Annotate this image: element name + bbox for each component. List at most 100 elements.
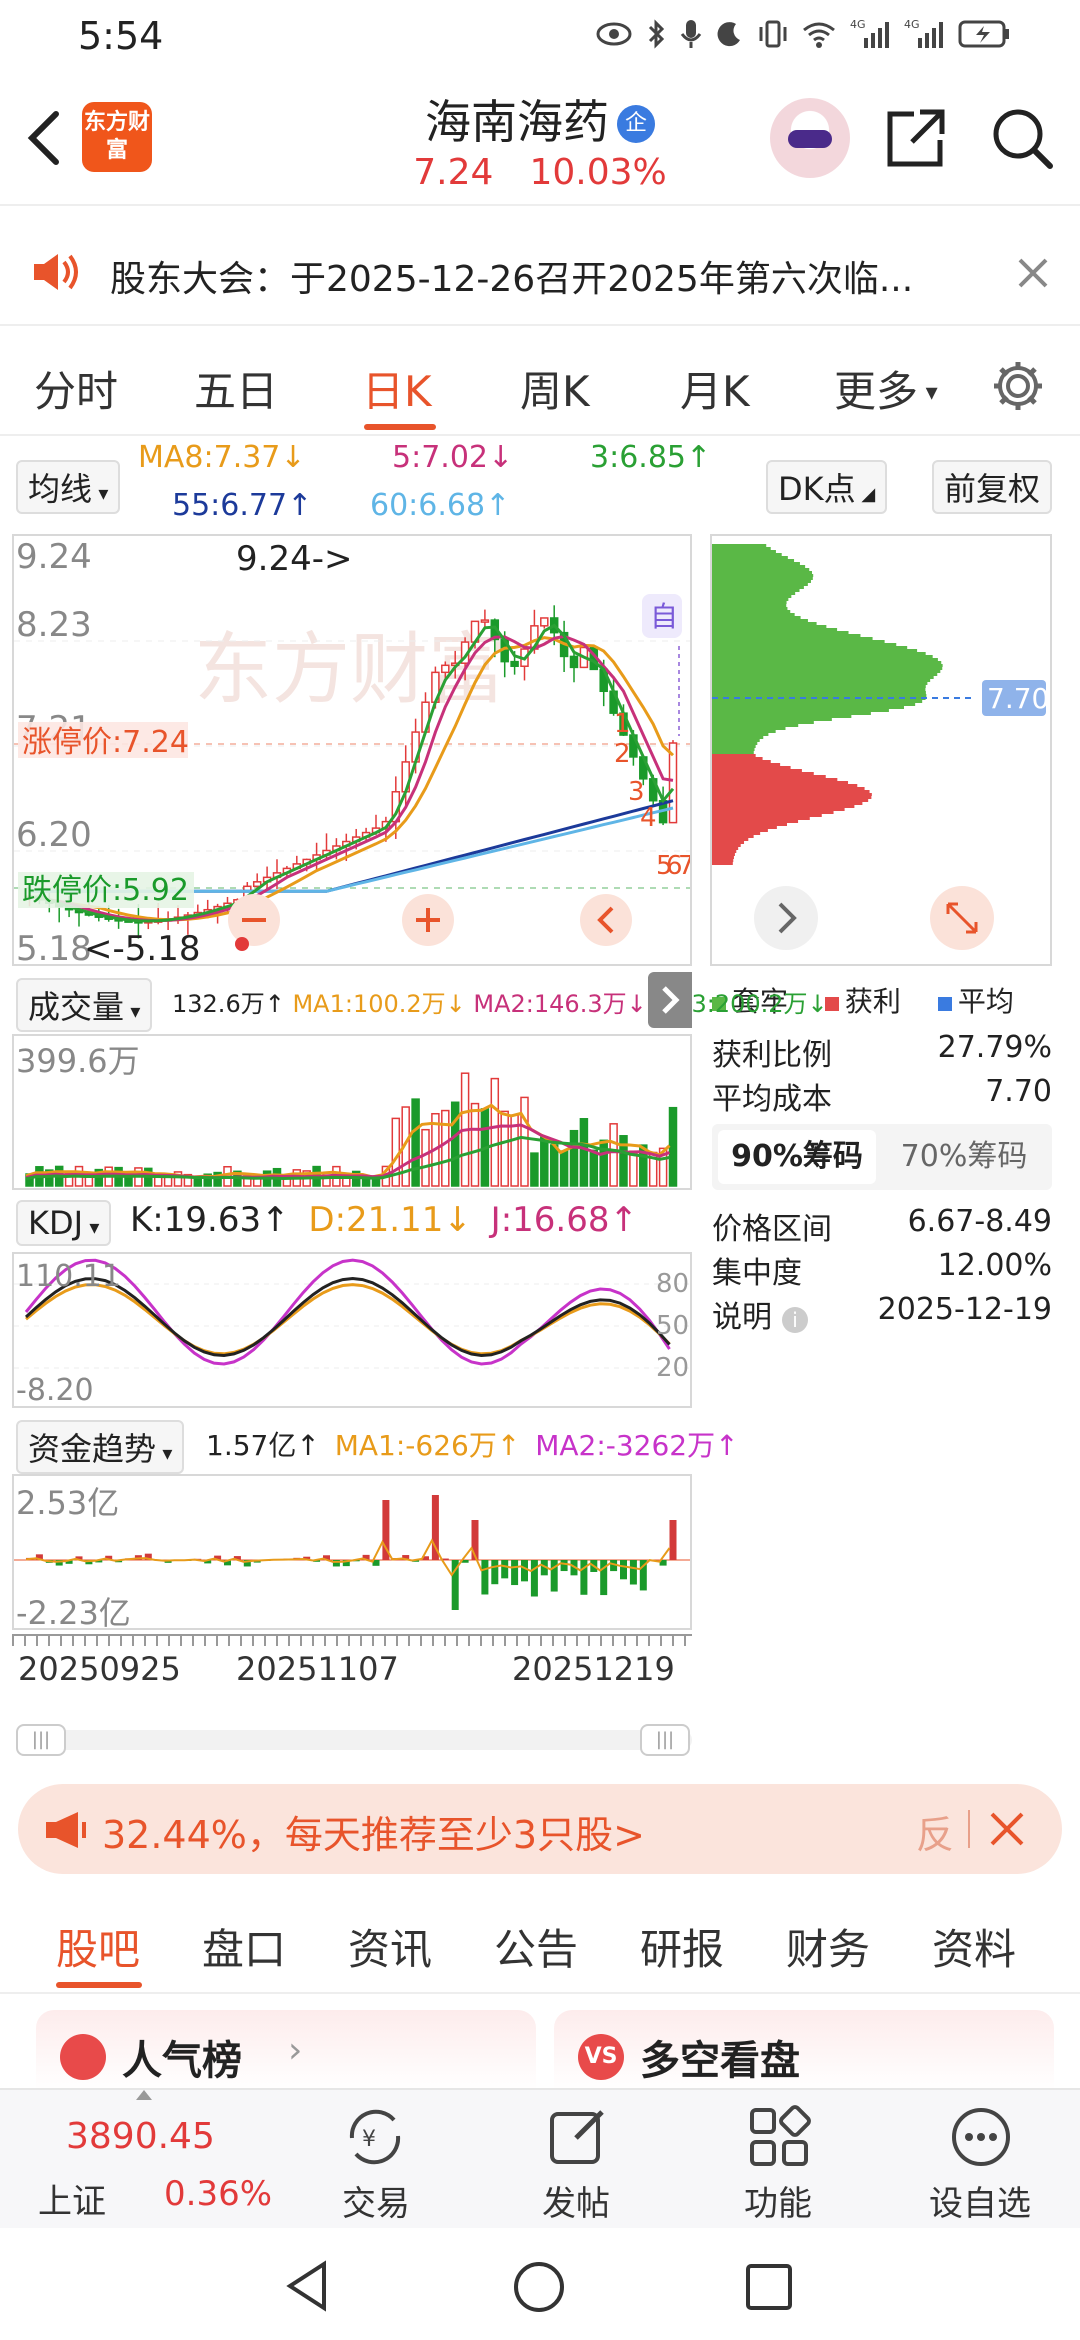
tab-finance[interactable]: 财务 bbox=[786, 1916, 870, 1977]
more-icon[interactable] bbox=[948, 2104, 1014, 2170]
high-marker: 9.24-> bbox=[236, 539, 352, 579]
range-slider-track[interactable] bbox=[16, 1730, 692, 1750]
volume-indicators: 132.6万↑ MA1:100.2万↓ MA2:146.3万↓ MA3:200.… bbox=[172, 984, 828, 1019]
kdj-d: D:21.11↓ bbox=[308, 1200, 472, 1240]
home-circle-icon[interactable] bbox=[512, 2260, 566, 2314]
chip-distribution[interactable]: 7.70 bbox=[710, 534, 1052, 966]
bottom-nav: 3890.45 上证 0.36% ¥ 交易 发帖 功能 设自选 bbox=[0, 2088, 1080, 2228]
back-triangle-icon[interactable] bbox=[282, 2260, 332, 2312]
ma-selector[interactable]: 均线 ▾ bbox=[16, 460, 121, 514]
tab-monthly-k[interactable]: 月K bbox=[680, 358, 750, 419]
popularity-card[interactable]: 人气榜 › bbox=[36, 2010, 536, 2090]
info-icon[interactable]: i bbox=[782, 1307, 808, 1333]
post-icon[interactable] bbox=[546, 2104, 612, 2170]
kdj-selector[interactable]: KDJ ▾ bbox=[16, 1200, 112, 1246]
note-date: 2025-12-19 bbox=[877, 1292, 1052, 1327]
functions-icon[interactable] bbox=[746, 2104, 812, 2170]
date-label-end: 20251219 bbox=[512, 1650, 675, 1688]
limit-down-label: 跌停价:5.92 bbox=[22, 873, 189, 908]
long-short-card-title: 多空看盘 bbox=[640, 2038, 800, 2084]
notice-bar[interactable]: 股东大会：于2025-12-26召开2025年第六次临... bbox=[0, 216, 1080, 326]
fund-y-top: 2.53亿 bbox=[16, 1484, 119, 1522]
recents-square-icon[interactable] bbox=[744, 2262, 794, 2312]
nav-functions[interactable]: 功能 bbox=[718, 2176, 838, 2225]
net1-label: 4G bbox=[850, 18, 866, 31]
signal-icon-1: 4G bbox=[850, 18, 889, 48]
fund-selector-label: 资金趋势 bbox=[28, 1430, 157, 1468]
fund-trend-chart[interactable]: 2.53亿 -2.23亿 bbox=[12, 1474, 692, 1632]
volume-selector-label: 成交量 bbox=[28, 988, 125, 1026]
dk-point-selector[interactable]: DK点 ◢ bbox=[766, 460, 888, 514]
index-change: 0.36% bbox=[164, 2174, 273, 2214]
tab-weekly-k[interactable]: 周K bbox=[520, 358, 590, 419]
stock-name: 海南海药 bbox=[425, 95, 609, 149]
note-row: 说明 i 2025-12-19 bbox=[712, 1292, 1052, 1336]
index-value[interactable]: 3890.45 bbox=[66, 2116, 215, 2157]
promo-text: 32.44%，每天推荐至少3只股> bbox=[102, 1813, 645, 1857]
assistant-avatar[interactable] bbox=[770, 98, 850, 178]
ma60-value: 60:6.68↑ bbox=[370, 488, 511, 523]
share-icon[interactable] bbox=[884, 106, 948, 170]
volume-ma2: MA2:146.3万↓ bbox=[473, 990, 647, 1018]
nav-trade[interactable]: 交易 bbox=[316, 2176, 436, 2225]
battery-icon bbox=[958, 20, 1009, 48]
kline-chart[interactable]: 东方财富 9.24 8.23 7.21 6.20 5.18 9.24-> <-5… bbox=[12, 534, 692, 966]
promo-banner[interactable]: 32.44%，每天推荐至少3只股> 反 bbox=[18, 1784, 1062, 1874]
volume-chart[interactable]: 399.6万 bbox=[12, 1034, 692, 1190]
tab-daily-k[interactable]: 日K bbox=[362, 358, 432, 419]
fund-y-bottom: -2.23亿 bbox=[16, 1594, 131, 1628]
speaker-icon bbox=[34, 254, 78, 290]
ma-selector-label: 均线 bbox=[28, 470, 93, 508]
moon-icon bbox=[717, 22, 740, 47]
search-icon[interactable] bbox=[988, 104, 1056, 172]
tab-five-day[interactable]: 五日 bbox=[194, 358, 278, 419]
kdj-svg: 110.11 -8.20 80 50 20 bbox=[14, 1258, 690, 1408]
chip-tab-70[interactable]: 70%筹码 bbox=[882, 1130, 1046, 1184]
avg-cost-label: 平均成本 bbox=[712, 1082, 832, 1117]
kdj-chart[interactable]: 110.11 -8.20 80 50 20 bbox=[12, 1252, 692, 1408]
gear-icon[interactable] bbox=[990, 358, 1046, 414]
volume-ma1: MA1:100.2万↓ bbox=[292, 990, 466, 1018]
range-slider-right-handle[interactable]: ||| bbox=[640, 1724, 690, 1756]
fund-trend-selector[interactable]: 资金趋势 ▾ bbox=[16, 1420, 185, 1474]
indicator-expand-button[interactable] bbox=[648, 972, 692, 1028]
chip-next-button[interactable] bbox=[754, 886, 818, 950]
chip-tab-90[interactable]: 90%筹码 bbox=[718, 1130, 876, 1184]
ma3-value: 3:6.85↑ bbox=[590, 440, 712, 475]
clock: 5:54 bbox=[78, 14, 164, 58]
section-tabs: 股吧 盘口 资讯 公告 研报 财务 资料 bbox=[0, 1890, 1080, 1994]
forward-adjust-button[interactable]: 前复权 bbox=[932, 460, 1053, 514]
promo-close-icon[interactable] bbox=[988, 1810, 1026, 1848]
trade-icon[interactable]: ¥ bbox=[342, 2104, 408, 2170]
kdj-level-20: 20 bbox=[656, 1353, 689, 1383]
tab-guba[interactable]: 股吧 bbox=[56, 1916, 140, 1977]
tab-announcement[interactable]: 公告 bbox=[494, 1916, 578, 1977]
kdj-k: K:19.63↑ bbox=[130, 1200, 290, 1240]
tab-research[interactable]: 研报 bbox=[640, 1916, 724, 1977]
tab-news[interactable]: 资讯 bbox=[348, 1916, 432, 1977]
y-label-bottom: 5.18 bbox=[16, 929, 92, 964]
volume-selector[interactable]: 成交量 ▾ bbox=[16, 978, 153, 1032]
status-icons: 4G 4G bbox=[596, 18, 1010, 50]
feedback-button[interactable]: 反 bbox=[916, 1804, 954, 1859]
notice-text: 股东大会：于2025-12-26召开2025年第六次临... bbox=[110, 259, 914, 300]
tab-more[interactable]: 更多 ▾ bbox=[834, 358, 938, 419]
enterprise-badge: 企 bbox=[617, 105, 655, 143]
price-range-row: 价格区间 6.67-8.49 bbox=[712, 1204, 1052, 1248]
tab-pankou[interactable]: 盘口 bbox=[202, 1916, 286, 1977]
megaphone-icon bbox=[46, 1812, 86, 1848]
concentration-row: 集中度 12.00% bbox=[712, 1248, 1052, 1292]
kdj-y-top: 110.11 bbox=[16, 1259, 121, 1294]
legend-average: 平均 bbox=[937, 985, 1014, 1018]
chip-svg: 7.70 bbox=[712, 544, 1049, 950]
watermark: 东方财富 bbox=[194, 625, 506, 715]
long-short-card[interactable]: VS 多空看盘 bbox=[554, 2010, 1054, 2090]
scroll-left-button[interactable] bbox=[580, 894, 632, 946]
close-icon[interactable] bbox=[1016, 256, 1050, 290]
tab-profile[interactable]: 资料 bbox=[932, 1916, 1016, 1977]
nav-add-watchlist[interactable]: 设自选 bbox=[920, 2176, 1040, 2225]
tab-fenshi[interactable]: 分时 bbox=[34, 358, 118, 419]
volume-value: 132.6万↑ bbox=[172, 990, 285, 1018]
range-slider-left-handle[interactable]: ||| bbox=[16, 1724, 66, 1756]
nav-post[interactable]: 发帖 bbox=[516, 2176, 636, 2225]
